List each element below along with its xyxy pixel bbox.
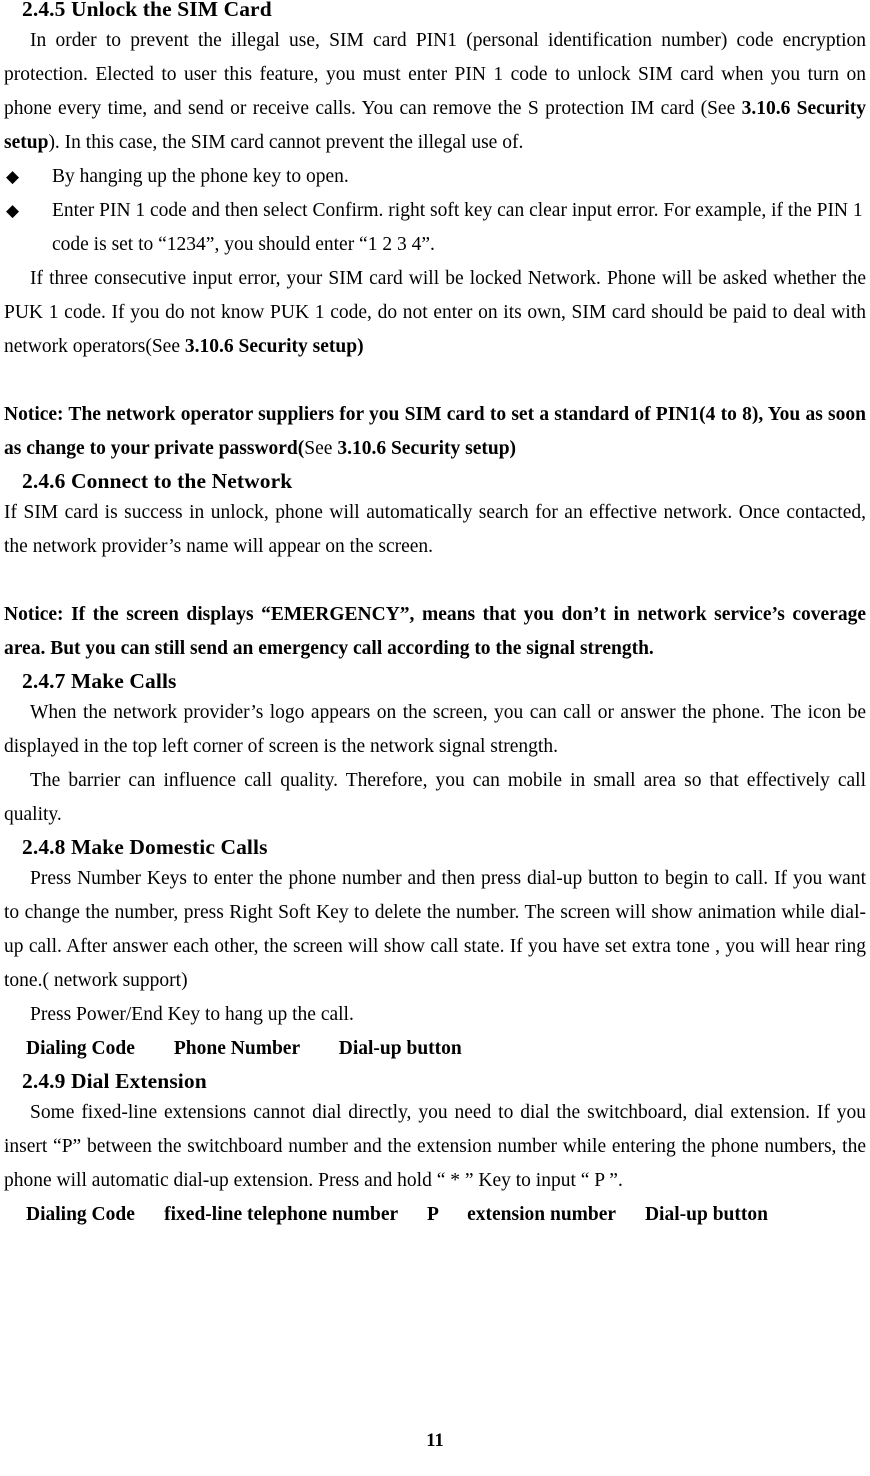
paragraph-text: If three consecutive input error, your S… [4, 268, 866, 357]
page-content: 2.4.5 Unlock the SIM Card In order to pr… [4, 0, 866, 1232]
notice-see-label: See [304, 438, 338, 459]
paragraph-unlock-sim-intro: In order to prevent the illegal use, SIM… [4, 24, 866, 160]
list-item: ◆ By hanging up the phone key to open. [4, 160, 866, 194]
section-heading-2-4-6: 2.4.6 Connect to the Network [22, 469, 293, 493]
section-heading-2-4-9: 2.4.9 Dial Extension [22, 1069, 207, 1093]
list-item: ◆ Enter PIN 1 code and then select Confir… [4, 194, 866, 262]
reference-security-setup: 3.10.6 Security setup) [184, 336, 364, 357]
page-number-footer: 11 [426, 1431, 444, 1451]
paragraph-make-calls-signal: When the network provider’s logo appears… [4, 702, 866, 757]
notice-emergency-coverage: Notice: If the screen displays “EMERGENC… [4, 604, 866, 659]
notice-pin1-standard: Notice: The network operator suppliers f… [4, 398, 866, 466]
diamond-bullet-icon: ◆ [6, 201, 20, 220]
dial-sequence-domestic: Dialing Code Phone Number Dial-up button [26, 1038, 462, 1059]
section-heading-2-4-7: 2.4.7 Make Calls [22, 669, 177, 693]
paragraph-connect-network: If SIM card is success in unlock, phone … [4, 502, 866, 557]
section-heading-2-4-5: 2.4.5 Unlock the SIM Card [22, 0, 272, 21]
list-item-label: By hanging up the phone key to open. [52, 166, 349, 187]
paragraph-call-quality: The barrier can influence call quality. … [4, 770, 866, 825]
section-heading-2-4-8: 2.4.8 Make Domestic Calls [22, 835, 268, 859]
document-page: 2.4.5 Unlock the SIM Card In order to pr… [0, 0, 870, 1476]
paragraph-hang-up: Press Power/End Key to hang up the call. [30, 1004, 354, 1025]
paragraph-text: In order to prevent the illegal use, SIM… [4, 30, 866, 119]
list-item-label: Enter PIN 1 code and then select Confirm… [52, 200, 863, 255]
paragraph-puk-warning: If three consecutive input error, your S… [4, 262, 866, 364]
notice-reference: 3.10.6 Security setup) [337, 438, 517, 459]
unlock-steps-list: ◆ By hanging up the phone key to open. ◆ E… [4, 160, 866, 262]
paragraph-text-tail: ). In this case, the SIM card cannot pre… [48, 132, 524, 153]
paragraph-domestic-calls: Press Number Keys to enter the phone num… [4, 868, 866, 991]
paragraph-dial-extension: Some fixed-line extensions cannot dial d… [4, 1102, 866, 1191]
diamond-bullet-icon: ◆ [6, 167, 20, 186]
dial-sequence-extension: Dialing Code fixed-line telephone number… [26, 1204, 768, 1225]
